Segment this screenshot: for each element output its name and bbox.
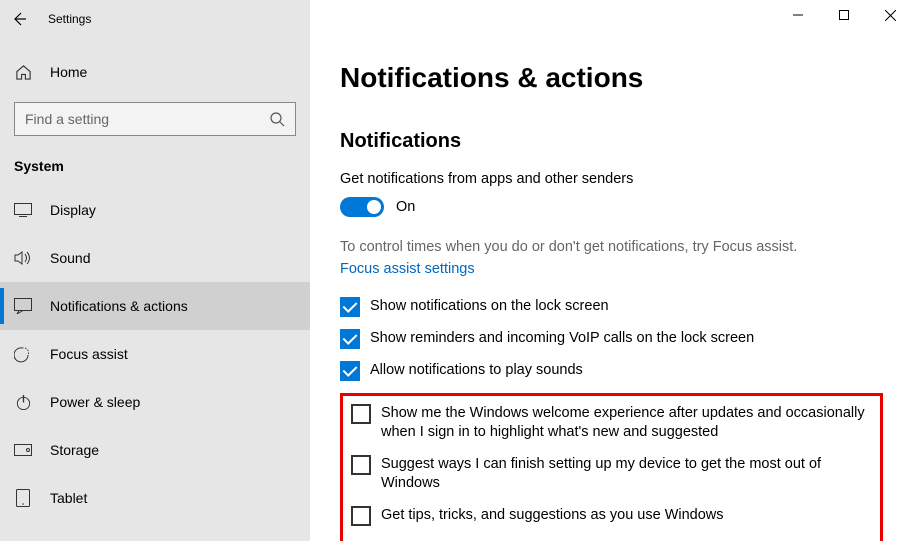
sidebar-item-sound[interactable]: Sound (0, 234, 310, 282)
checkbox-row: Show notifications on the lock screen (340, 297, 883, 317)
checkbox-row: Show reminders and incoming VoIP calls o… (340, 329, 883, 349)
search-icon (269, 111, 285, 127)
tablet-icon (14, 489, 32, 507)
notifications-toggle[interactable] (340, 197, 384, 217)
sidebar-item-label: Storage (50, 442, 99, 458)
maximize-icon (839, 10, 849, 20)
sidebar-item-storage[interactable]: Storage (0, 426, 310, 474)
back-button[interactable] (0, 0, 38, 38)
sidebar-home[interactable]: Home (0, 52, 310, 92)
toggle-state: On (396, 199, 415, 215)
checkbox-row: Allow notifications to play sounds (340, 361, 883, 381)
sidebar-item-label: Tablet (50, 490, 87, 506)
checkbox-row: Get tips, tricks, and suggestions as you… (351, 506, 872, 526)
sidebar-item-focus-assist[interactable]: Focus assist (0, 330, 310, 378)
sidebar-item-label: Notifications & actions (50, 298, 188, 314)
storage-icon (14, 441, 32, 459)
checkbox-play-sounds[interactable] (340, 361, 360, 381)
content-area: Notifications & actions Notifications Ge… (310, 38, 913, 541)
checkbox-row: Show me the Windows welcome experience a… (351, 404, 872, 443)
display-icon (14, 201, 32, 219)
minimize-icon (793, 10, 803, 20)
checkbox-label: Show me the Windows welcome experience a… (381, 404, 872, 443)
focus-assist-icon (14, 345, 32, 363)
search-box[interactable] (14, 102, 296, 136)
sidebar-item-power-sleep[interactable]: Power & sleep (0, 378, 310, 426)
checkbox-row: Suggest ways I can finish setting up my … (351, 455, 872, 494)
close-button[interactable] (867, 0, 913, 30)
search-input[interactable] (25, 111, 269, 127)
arrow-left-icon (11, 11, 27, 27)
checkbox-welcome-experience[interactable] (351, 404, 371, 424)
sidebar: Home System Display Sound Notifica (0, 38, 310, 541)
sidebar-item-display[interactable]: Display (0, 186, 310, 234)
focus-assist-text: To control times when you do or don't ge… (340, 237, 883, 259)
minimize-button[interactable] (775, 0, 821, 30)
notifications-icon (14, 297, 32, 315)
sidebar-category: System (0, 152, 310, 186)
close-icon (885, 10, 896, 21)
home-icon (14, 63, 32, 81)
sidebar-item-label: Focus assist (50, 346, 128, 362)
sound-icon (14, 249, 32, 267)
sidebar-item-notifications[interactable]: Notifications & actions (0, 282, 310, 330)
page-title: Notifications & actions (340, 62, 883, 94)
checkbox-label: Allow notifications to play sounds (370, 361, 583, 381)
window-title: Settings (38, 12, 91, 26)
checkbox-tips-tricks[interactable] (351, 506, 371, 526)
sidebar-item-tablet[interactable]: Tablet (0, 474, 310, 522)
checkbox-finish-setup[interactable] (351, 455, 371, 475)
sidebar-home-label: Home (50, 64, 87, 80)
checkbox-label: Show reminders and incoming VoIP calls o… (370, 329, 754, 349)
focus-assist-link[interactable]: Focus assist settings (340, 261, 475, 277)
checkbox-label: Show notifications on the lock screen (370, 297, 609, 317)
checkbox-lock-screen-notifications[interactable] (340, 297, 360, 317)
toggle-label: Get notifications from apps and other se… (340, 171, 883, 187)
highlighted-section: Show me the Windows welcome experience a… (340, 393, 883, 541)
checkbox-label: Get tips, tricks, and suggestions as you… (381, 506, 724, 526)
sidebar-item-label: Power & sleep (50, 394, 140, 410)
checkbox-label: Suggest ways I can finish setting up my … (381, 455, 872, 494)
sidebar-item-label: Display (50, 202, 96, 218)
sidebar-item-label: Sound (50, 250, 90, 266)
maximize-button[interactable] (821, 0, 867, 30)
section-title: Notifications (340, 130, 883, 153)
power-icon (14, 393, 32, 411)
checkbox-lock-screen-reminders[interactable] (340, 329, 360, 349)
